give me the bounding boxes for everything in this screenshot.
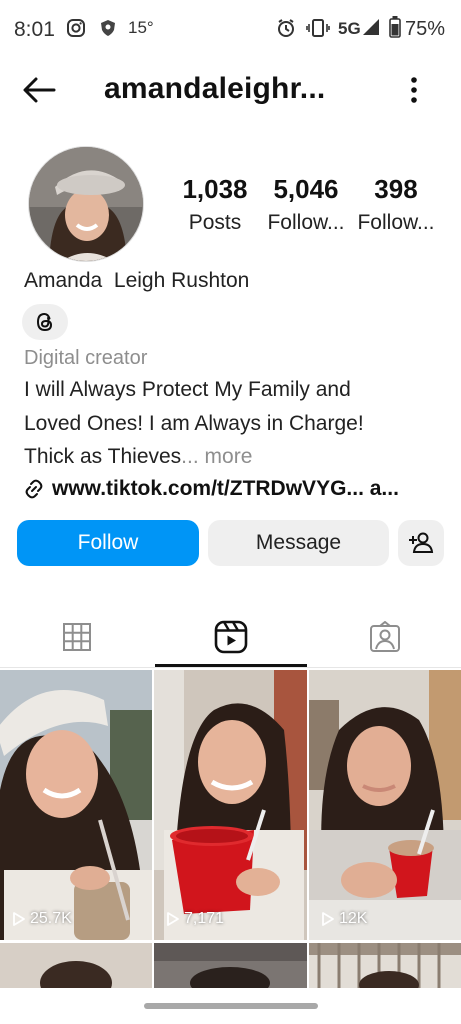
play-icon	[322, 912, 334, 926]
tagged-icon	[369, 621, 400, 652]
header-username: amandaleighr...	[104, 72, 326, 105]
add-user-icon	[409, 532, 434, 553]
status-temperature: 15°	[128, 18, 154, 37]
shield-notification-icon	[98, 18, 118, 43]
following-stat[interactable]: 398 Follow...	[356, 174, 436, 235]
reel-thumbnail	[154, 670, 307, 940]
suggested-users-button[interactable]	[398, 520, 444, 566]
grid-icon	[62, 623, 91, 651]
instagram-notification-icon	[66, 18, 86, 43]
follow-button[interactable]: Follow	[17, 520, 199, 566]
reels-icon	[214, 620, 247, 654]
posts-label: Posts	[188, 211, 242, 234]
reel-views: 25.7K	[30, 910, 72, 927]
followers-stat[interactable]: 5,046 Follow...	[264, 174, 348, 235]
reel-tile[interactable]	[0, 943, 152, 988]
bio-line: Loved Ones! I am Always in Charge!	[24, 412, 364, 435]
more-options-button[interactable]	[400, 72, 428, 108]
reel-tile[interactable]	[309, 943, 461, 988]
play-icon	[13, 912, 25, 926]
reel-views: 12K	[339, 910, 368, 927]
bio-line: I will Always Protect My Family and	[24, 378, 351, 401]
status-bar: 8:01 15° 5G 75%	[0, 0, 461, 60]
signal-icon	[362, 18, 380, 41]
profile-category: Digital creator	[24, 347, 148, 369]
reel-tile[interactable]: 12K	[309, 670, 461, 940]
profile-name: Amanda Leigh Rushton	[24, 269, 250, 292]
battery-icon	[389, 16, 401, 43]
profile-link-text: www.tiktok.com/t/ZTRDwVYG... a...	[52, 477, 399, 500]
tab-reels[interactable]	[154, 606, 307, 668]
home-gesture-bar[interactable]	[144, 1003, 318, 1009]
reel-thumbnail	[0, 670, 152, 940]
reel-thumbnail	[309, 943, 461, 988]
tab-posts-grid[interactable]	[0, 606, 153, 668]
reel-view-count: 25.7K	[12, 910, 72, 928]
following-count: 398	[374, 174, 418, 204]
reel-views: 7,171	[184, 910, 225, 927]
posts-stat[interactable]: 1,038 Posts	[176, 174, 254, 235]
profile-header: amandaleighr...	[0, 60, 461, 120]
following-label: Follow...	[357, 211, 435, 234]
bio-ellipsis: ...	[181, 445, 199, 468]
more-vertical-icon	[411, 77, 417, 103]
reel-tile[interactable]	[154, 943, 307, 988]
reel-thumbnail	[0, 943, 152, 988]
profile-link[interactable]: www.tiktok.com/t/ZTRDwVYG... a...	[22, 476, 399, 502]
reel-view-count: 12K	[321, 910, 367, 928]
followers-count: 5,046	[273, 174, 339, 204]
arrow-left-icon	[23, 77, 56, 103]
avatar[interactable]	[28, 146, 144, 262]
threads-icon	[36, 312, 53, 332]
back-button[interactable]	[20, 74, 58, 106]
reels-grid: 25.7K 7,171 12K	[0, 670, 461, 988]
profile-tabs	[0, 606, 461, 668]
bio-line-last: Thick as Thieves... more	[24, 445, 252, 469]
bio-text: Thick as Thieves	[24, 445, 182, 468]
followers-label: Follow...	[267, 211, 345, 234]
tab-tagged[interactable]	[308, 606, 461, 668]
profile-photo	[29, 147, 143, 261]
reel-thumbnail	[154, 943, 307, 988]
reel-tile[interactable]: 25.7K	[0, 670, 152, 940]
alarm-icon	[276, 18, 296, 43]
threads-badge[interactable]	[22, 304, 68, 340]
link-icon	[25, 479, 43, 499]
play-icon	[167, 912, 179, 926]
tab-active-indicator	[155, 664, 307, 667]
vibrate-icon	[306, 18, 330, 43]
reel-tile[interactable]: 7,171	[154, 670, 307, 940]
bio-more-link[interactable]: more	[205, 445, 253, 468]
message-button[interactable]: Message	[208, 520, 389, 566]
network-type: 5G	[338, 19, 361, 38]
posts-count: 1,038	[182, 174, 248, 204]
status-time: 8:01	[14, 18, 55, 41]
battery-percent: 75%	[405, 18, 446, 40]
reel-view-count: 7,171	[166, 910, 224, 928]
reel-thumbnail	[309, 670, 461, 940]
